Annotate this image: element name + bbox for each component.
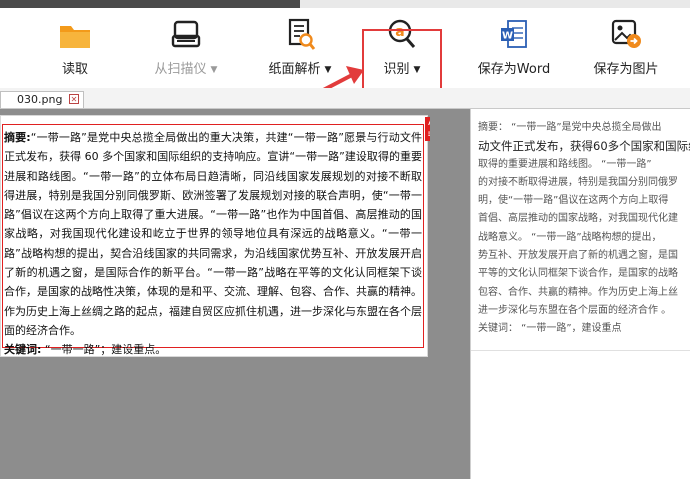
keywords-label: 关键词: xyxy=(4,343,42,357)
image-save-icon xyxy=(608,18,644,52)
abstract-label: 摘要: xyxy=(4,131,31,144)
pane-divider[interactable] xyxy=(430,109,470,479)
source-image-pane[interactable]: 摘要:“一带一路”是党中央总揽全局做出的重大决策，共建“一带一路”愿景与行动文件… xyxy=(0,109,438,479)
save-word-label: 保存为Word xyxy=(477,62,551,77)
result-line: 明，使“一带一路”倡议在这两个方向上取得 xyxy=(478,195,669,207)
tab-label: 030.png xyxy=(17,93,63,106)
keywords-text: “一带一路”；建设重点。 xyxy=(44,343,167,357)
scan-dropdown-caret: ▼ xyxy=(210,65,218,75)
result-text: 摘要： “一带一路”是党中央总揽全局做出动文件正式发布，获得60多个国家和国际组… xyxy=(478,119,690,339)
tab-030-png[interactable]: 030.png ✕ xyxy=(0,91,84,108)
save-image-label: 保存为图片 xyxy=(593,62,659,77)
result-line: 势互补、开放发展开启了新的机遇之窗，是国 xyxy=(478,250,678,262)
close-icon[interactable]: ✕ xyxy=(69,94,79,104)
abstract-text: “一带一路”是党中央总揽全局做出的重大决策，共建“一带一路”愿景与行动文件正式发… xyxy=(4,131,423,337)
result-line: 取得的重要进展和路线图。 “一带一路” xyxy=(478,158,652,170)
read-label: 读取 xyxy=(61,62,88,77)
result-line: 关键词： “一带一路”，建设重点 xyxy=(478,323,622,335)
result-line: 平等的文化认同框架下谈合作，是国家的战略 xyxy=(478,268,678,280)
scanner-icon xyxy=(168,18,204,52)
save-image-button[interactable]: 保存为图片 xyxy=(584,8,668,88)
window-top-strip-light xyxy=(300,0,690,8)
window-top-strip xyxy=(0,0,690,8)
source-page: 摘要:“一带一路”是党中央总揽全局做出的重大决策，共建“一带一路”愿景与行动文件… xyxy=(0,115,428,357)
toolbar: 读取 从扫描仪 ▼ 纸面解析 ▼ a 识别 ▼ W 保存为Word 保存为图片 xyxy=(0,8,690,100)
result-pane[interactable]: 摘要： “一带一路”是党中央总揽全局做出动文件正式发布，获得60多个国家和国际组… xyxy=(470,109,690,479)
source-text: 摘要:“一带一路”是党中央总揽全局做出的重大决策，共建“一带一路”愿景与行动文件… xyxy=(4,128,422,360)
result-line: 摘要： “一带一路”是党中央总揽全局做出 xyxy=(478,122,662,133)
result-page-break xyxy=(471,350,690,351)
result-line: 首倡、高层推动的国家战略，对我国现代化建 xyxy=(478,213,678,225)
folder-icon xyxy=(57,18,93,52)
save-word-button[interactable]: W 保存为Word xyxy=(468,8,560,88)
result-line: 动文件正式发布，获得60多个国家和国际组 xyxy=(478,139,690,154)
result-line: 的对接不断取得进展，特别是我国分别同俄罗 xyxy=(478,176,678,188)
result-line: 战略意义。 “一带一路”战略构想的提出， xyxy=(478,231,662,243)
svg-text:W: W xyxy=(502,31,513,42)
tab-bar: 030.png ✕ xyxy=(0,88,690,109)
recognize-highlight-box xyxy=(362,29,442,95)
scan-button[interactable]: 从扫描仪 ▼ xyxy=(142,8,230,88)
result-line: 包容、合作、共赢的精神。作为历史上海上丝 xyxy=(478,286,678,298)
read-button[interactable]: 读取 xyxy=(40,8,110,88)
result-line: 进一步深化与东盟在各个层面的经济合作 。 xyxy=(478,304,672,316)
word-icon: W xyxy=(496,18,532,52)
document-search-icon xyxy=(282,18,318,52)
scan-label: 从扫描仪 xyxy=(154,62,207,77)
